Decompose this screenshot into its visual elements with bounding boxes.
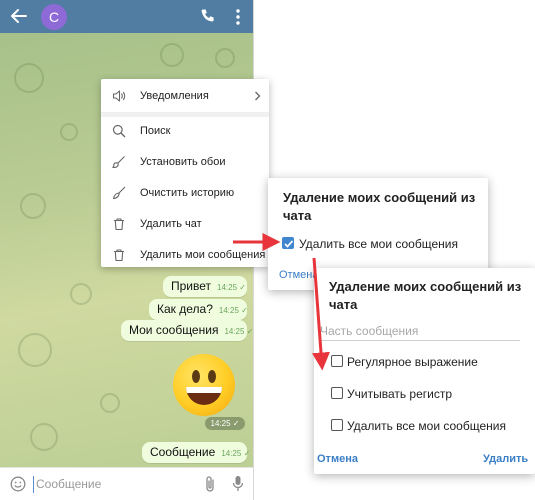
menu-item-label: Уведомления xyxy=(140,90,209,102)
chevron-right-icon xyxy=(255,91,261,101)
message-time: 14:25 ✓ xyxy=(221,449,251,458)
dialog-title: Удаление моих сообщений из чата xyxy=(329,279,522,312)
message-bubble[interactable]: Как дела? 14:25 ✓ xyxy=(149,299,248,320)
checkbox-label: Учитывать регистр xyxy=(347,387,453,401)
checkbox-label: Регулярное выражение xyxy=(347,355,478,369)
message-time: 14:25 ✓ xyxy=(217,283,246,292)
checkmark-icon xyxy=(284,240,294,248)
broom-icon xyxy=(112,186,126,200)
message-bubble[interactable]: Мои сообщения 14:25 ✓ xyxy=(121,320,253,341)
emoji-mouth xyxy=(186,387,222,405)
message-text: Привет xyxy=(171,279,212,293)
trash-icon xyxy=(114,249,124,262)
wallpaper-doodle xyxy=(100,393,120,413)
message-text: Мои сообщения xyxy=(129,323,219,337)
wallpaper-doodle xyxy=(18,333,52,367)
delete-my-messages-filter-dialog: Удаление моих сообщений из чата Часть со… xyxy=(314,268,535,474)
emoji-teeth xyxy=(186,387,222,393)
menu-item-label: Удалить мои сообщения xyxy=(140,249,266,261)
wallpaper-doodle xyxy=(20,193,46,219)
emoji-eye xyxy=(192,370,200,383)
chat-options-menu: Уведомления Поиск Установить обои Очисти… xyxy=(101,79,269,267)
menu-item-clear-history[interactable]: Очистить историю xyxy=(101,178,269,208)
emoji-icon[interactable] xyxy=(10,476,26,492)
menu-item-label: Очистить историю xyxy=(140,187,235,199)
cancel-button[interactable]: Отмена xyxy=(279,269,318,281)
menu-item-delete-chat[interactable]: Удалить чат xyxy=(101,209,269,239)
menu-item-label: Поиск xyxy=(140,125,171,137)
paint-brush-icon xyxy=(112,156,125,169)
dialog-title: Удаление моих сообщений из чата xyxy=(283,190,476,223)
menu-item-search[interactable]: Поиск xyxy=(101,116,269,146)
checkbox-unchecked[interactable] xyxy=(331,355,343,367)
wallpaper-doodle xyxy=(215,48,235,68)
message-time: 14:25 ✓ xyxy=(218,306,248,315)
menu-item-set-wallpaper[interactable]: Установить обои xyxy=(101,147,269,177)
search-icon xyxy=(112,124,126,138)
speaker-icon xyxy=(112,90,126,102)
message-composer: Сообщение xyxy=(0,467,253,500)
back-arrow-icon[interactable] xyxy=(10,7,28,25)
menu-item-label: Удалить чат xyxy=(140,218,202,230)
sticker-time: 14:25 ✓ xyxy=(205,417,245,430)
more-vertical-icon[interactable] xyxy=(232,8,244,26)
message-input[interactable]: Сообщение xyxy=(33,476,183,493)
chat-header: С xyxy=(0,0,253,33)
wallpaper-doodle xyxy=(160,43,184,67)
message-text: Как дела? xyxy=(157,302,213,316)
wallpaper-doodle xyxy=(14,63,44,93)
message-bubble[interactable]: Привет 14:25 ✓ xyxy=(163,276,247,297)
checkbox-label: Удалить все мои сообщения xyxy=(299,237,458,251)
menu-item-label: Установить обои xyxy=(140,156,226,168)
wallpaper-doodle xyxy=(70,283,92,305)
trash-icon xyxy=(114,218,124,231)
checkbox-label: Удалить все мои сообщения xyxy=(347,419,506,433)
cancel-button[interactable]: Отмена xyxy=(317,453,358,465)
menu-item-delete-my-messages[interactable]: Удалить мои сообщения xyxy=(101,240,269,270)
checkbox-checked[interactable] xyxy=(282,237,294,249)
message-part-input[interactable]: Часть сообщения xyxy=(320,321,520,341)
grinning-emoji-sticker[interactable] xyxy=(173,354,235,416)
emoji-eye xyxy=(208,370,216,383)
wallpaper-doodle xyxy=(60,123,78,141)
phone-icon[interactable] xyxy=(200,8,216,24)
microphone-icon[interactable] xyxy=(232,475,244,493)
checkbox-unchecked[interactable] xyxy=(331,387,343,399)
message-time: 14:25 ✓ xyxy=(224,327,254,336)
message-text: Сообщение xyxy=(150,445,216,459)
checkbox-unchecked[interactable] xyxy=(331,419,343,431)
paperclip-icon[interactable] xyxy=(203,475,217,493)
avatar[interactable]: С xyxy=(41,4,67,30)
message-bubble[interactable]: Сообщение 14:25 ✓ xyxy=(142,442,251,463)
menu-item-notifications[interactable]: Уведомления xyxy=(101,81,269,111)
wallpaper-doodle xyxy=(30,423,58,451)
delete-button[interactable]: Удалить xyxy=(483,453,528,465)
